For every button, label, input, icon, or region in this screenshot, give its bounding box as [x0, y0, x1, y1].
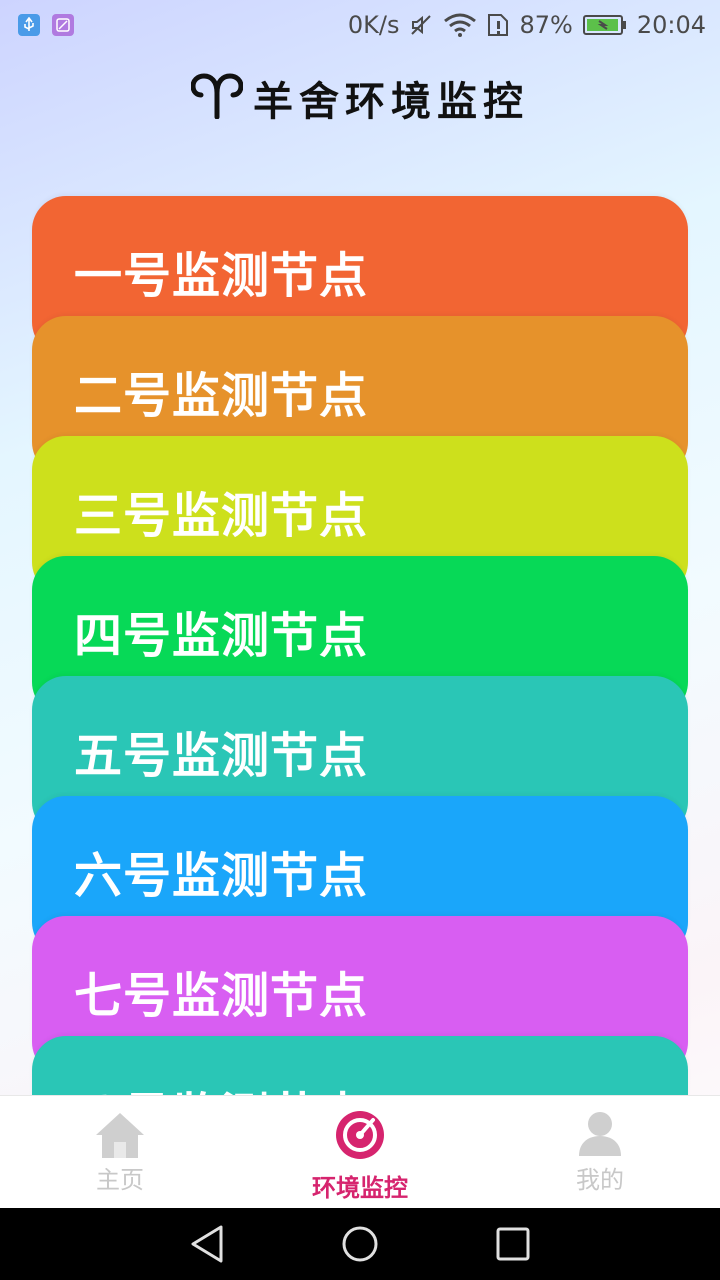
- node-card-8[interactable]: 八号监测节点: [32, 1036, 688, 1095]
- nav-monitor-label: 环境监控: [312, 1174, 408, 1202]
- node-label: 四号监测节点: [74, 608, 369, 664]
- nav-profile[interactable]: 我的: [480, 1096, 720, 1208]
- user-icon: [577, 1110, 623, 1160]
- nav-monitor[interactable]: 环境监控: [240, 1096, 480, 1208]
- node-label: 一号监测节点: [74, 248, 369, 304]
- back-icon[interactable]: [183, 1220, 231, 1268]
- system-nav-bar: [0, 1208, 720, 1280]
- node-label: 五号监测节点: [74, 728, 369, 784]
- recents-icon[interactable]: [489, 1220, 537, 1268]
- node-label: 六号监测节点: [74, 848, 369, 904]
- node-label: 七号监测节点: [74, 968, 369, 1024]
- home-icon: [94, 1110, 146, 1164]
- node-list[interactable]: 一号监测节点 二号监测节点 三号监测节点 四号监测节点 五号监测节点 六号监测节…: [0, 0, 720, 1095]
- nav-home[interactable]: 主页: [0, 1096, 240, 1208]
- node-label: 八号监测节点: [74, 1076, 688, 1095]
- monitor-target-icon: [335, 1110, 385, 1164]
- node-label: 二号监测节点: [74, 368, 369, 424]
- bottom-nav: 主页 环境监控 我的: [0, 1095, 720, 1208]
- home-circle-icon[interactable]: [336, 1220, 384, 1268]
- nav-home-label: 主页: [96, 1166, 144, 1194]
- nav-profile-label: 我的: [576, 1166, 624, 1194]
- node-label: 三号监测节点: [74, 488, 369, 544]
